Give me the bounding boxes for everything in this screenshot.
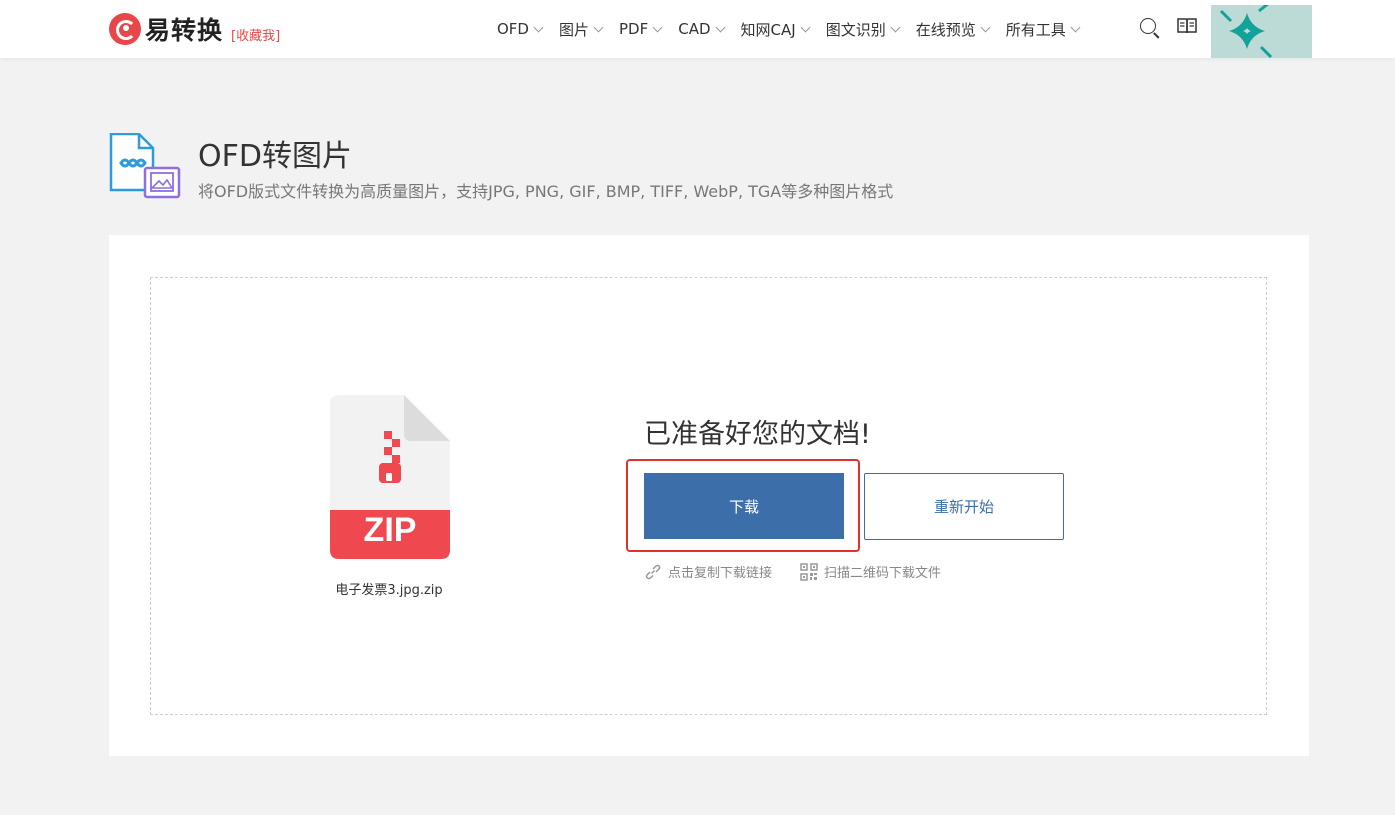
nav-label: 所有工具 [1005, 20, 1066, 39]
result-card: ZIP 电子发票3.jpg.zip 已准备好您的文档! 下载 重新开始 点击复制… [109, 235, 1309, 756]
chevron-down-icon [980, 22, 991, 32]
copy-download-link[interactable]: 点击复制下载链接 [644, 562, 772, 581]
book-icon[interactable] [1177, 17, 1197, 35]
page-title: OFD转图片 [198, 139, 352, 174]
ofd-to-image-icon [109, 133, 181, 199]
nav-label: CAD [678, 20, 711, 38]
site-logo[interactable]: 易转换 [收藏我] [109, 11, 280, 47]
file-name: 电子发票3.jpg.zip [335, 583, 443, 598]
chevron-down-icon [890, 22, 901, 32]
scan-qr-label: 扫描二维码下载文件 [824, 566, 942, 581]
logo-icon [109, 13, 141, 45]
link-icon [645, 564, 661, 579]
nav-item-all-tools[interactable]: 所有工具 [1005, 19, 1081, 40]
nav-item-caj[interactable]: 知网CAJ [740, 19, 811, 40]
nav-item-pdf[interactable]: PDF [619, 20, 663, 38]
download-button[interactable]: 下载 [644, 473, 844, 539]
main-nav: OFD 图片 PDF CAD 知网CAJ 图文识别 在线预览 所有工具 [497, 0, 1096, 58]
nav-item-ocr[interactable]: 图文识别 [825, 19, 901, 40]
search-icon[interactable] [1139, 17, 1160, 39]
scan-qr-download[interactable]: 扫描二维码下载文件 [800, 562, 941, 581]
page-subtitle: 将OFD版式文件转换为高质量图片，支持JPG, PNG, GIF, BMP, T… [198, 182, 894, 201]
ad-thumbnail[interactable] [1211, 5, 1312, 58]
top-header: 易转换 [收藏我] OFD 图片 PDF CAD 知网CAJ 图文识别 在线预览… [0, 0, 1395, 58]
chevron-down-icon [1070, 22, 1081, 32]
chevron-down-icon [800, 22, 811, 32]
favorite-link[interactable]: [收藏我] [231, 25, 280, 44]
nav-label: 图文识别 [825, 20, 886, 39]
qr-code-icon [800, 562, 818, 581]
logo-text: 易转换 [145, 16, 224, 45]
sparkle-icon [1211, 5, 1312, 58]
nav-item-ofd[interactable]: OFD [497, 20, 544, 38]
nav-item-preview[interactable]: 在线预览 [915, 19, 991, 40]
chevron-down-icon [593, 22, 604, 32]
nav-label: PDF [619, 20, 649, 38]
restart-button[interactable]: 重新开始 [864, 473, 1064, 540]
nav-item-image[interactable]: 图片 [559, 19, 604, 40]
nav-item-cad[interactable]: CAD [678, 20, 725, 38]
nav-label: 在线预览 [915, 20, 976, 39]
chevron-down-icon [533, 22, 544, 32]
ready-message: 已准备好您的文档! [644, 419, 871, 450]
nav-label: 图片 [559, 20, 590, 39]
nav-label: 知网CAJ [740, 20, 796, 39]
zip-badge-text: ZIP [363, 511, 417, 549]
nav-label: OFD [497, 20, 529, 38]
chevron-down-icon [715, 22, 725, 32]
chevron-down-icon [652, 22, 663, 32]
copy-link-label: 点击复制下载链接 [668, 566, 773, 581]
